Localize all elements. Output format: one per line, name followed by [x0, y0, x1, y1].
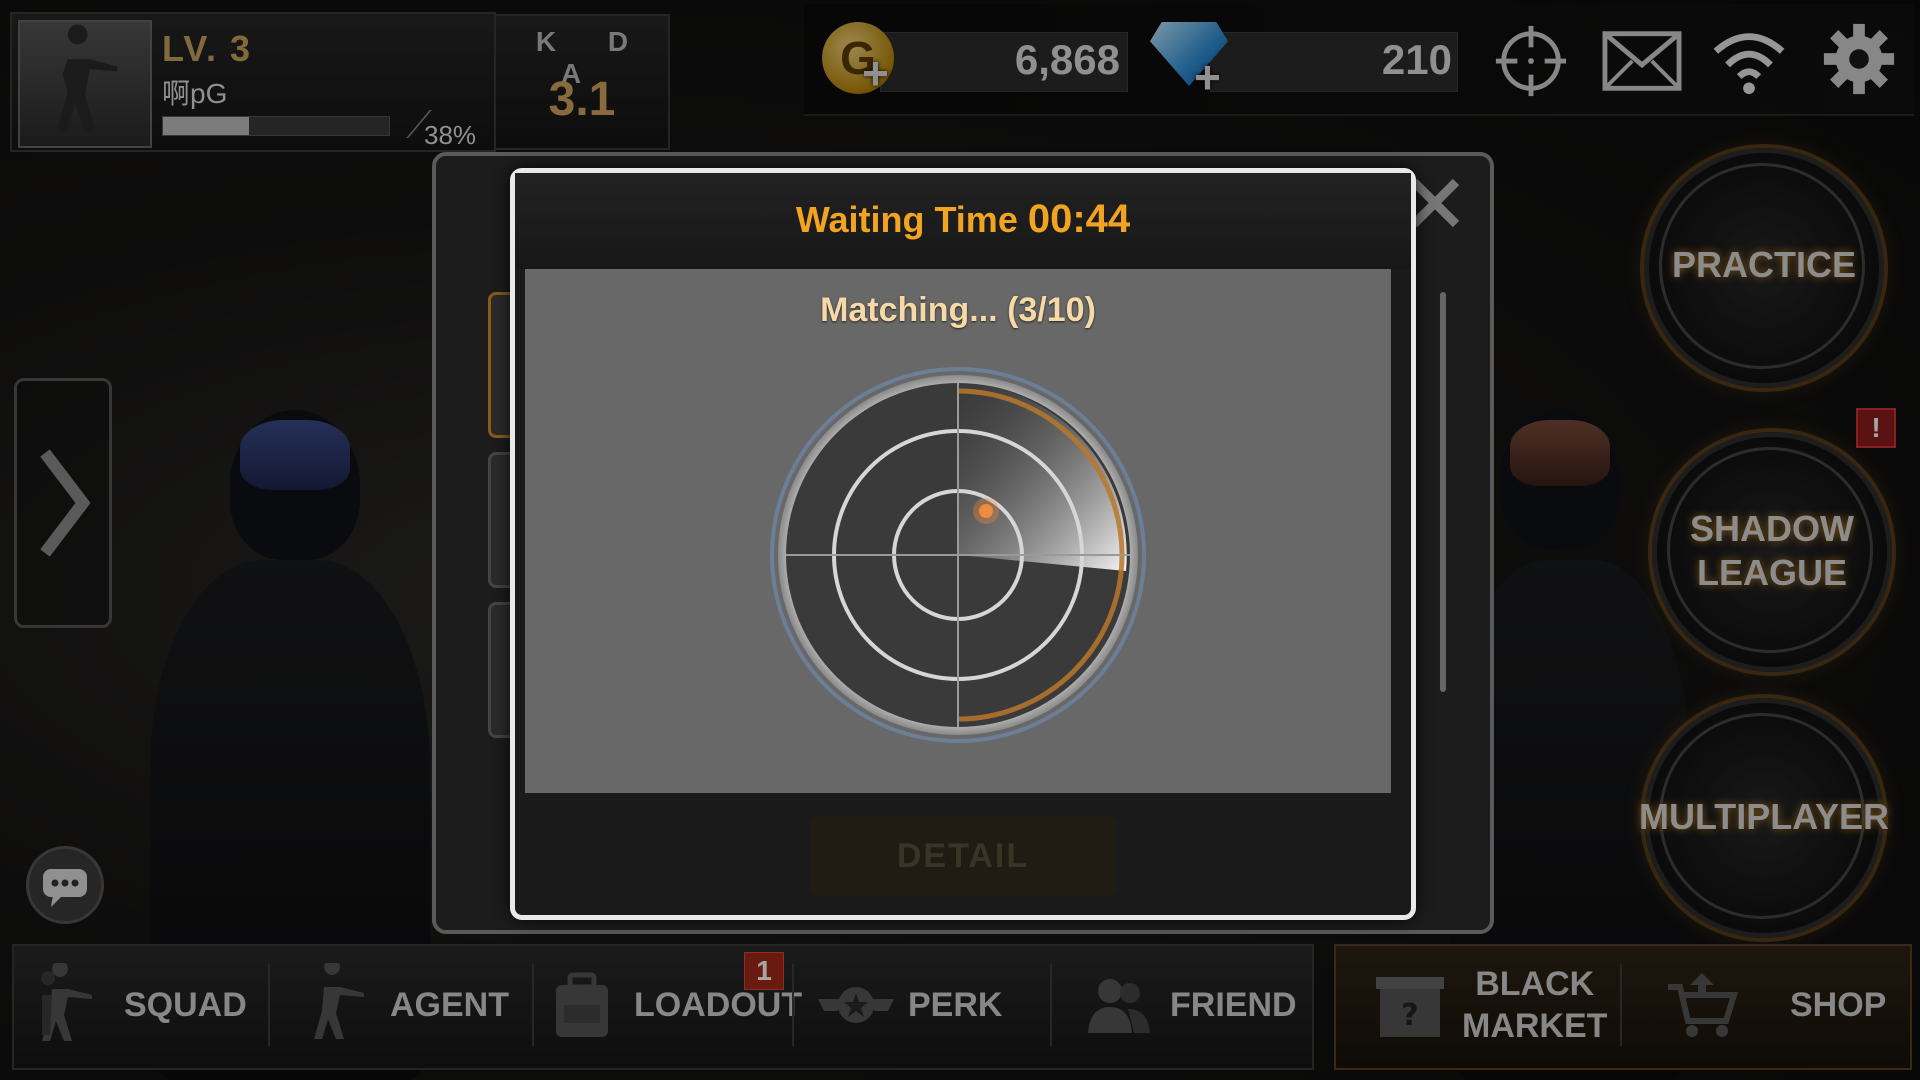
- waiting-time-value: 00:44: [1027, 197, 1131, 241]
- matchmaking-dialog: Waiting Time 00:44 Matching... (3/10) DE…: [510, 168, 1416, 920]
- radar-scanner-icon: [768, 365, 1148, 745]
- dialog-header: Waiting Time 00:44: [515, 173, 1411, 269]
- detail-button[interactable]: DETAIL: [810, 817, 1116, 895]
- dialog-body: Matching... (3/10): [525, 269, 1391, 793]
- background-scrollbar: [1440, 292, 1446, 692]
- matching-status: Matching... (3/10): [820, 291, 1096, 329]
- waiting-time-label: Waiting Time: [795, 199, 1018, 240]
- waiting-time: Waiting Time 00:44: [515, 197, 1411, 242]
